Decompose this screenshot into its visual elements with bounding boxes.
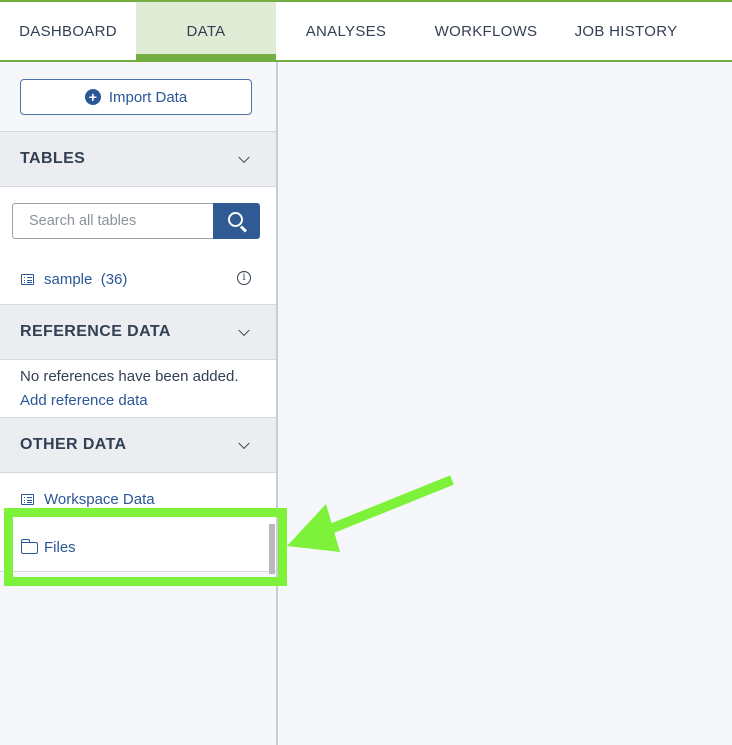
- chevron-down-icon: [238, 151, 250, 164]
- tab-data[interactable]: DATA: [136, 2, 276, 60]
- tab-dashboard[interactable]: DASHBOARD: [0, 2, 136, 60]
- folder-icon: [20, 539, 38, 554]
- search-tables-input[interactable]: [12, 203, 213, 239]
- reference-data-section-title: REFERENCE DATA: [20, 323, 171, 340]
- other-data-section-header[interactable]: OTHER DATA: [0, 417, 276, 473]
- tab-analyses[interactable]: ANALYSES: [276, 2, 416, 60]
- chevron-down-icon: [238, 324, 250, 337]
- import-section: + Import Data: [0, 62, 276, 131]
- table-list-icon: [21, 274, 34, 285]
- reference-data-section-body: No references have been added. Add refer…: [0, 360, 276, 417]
- workspace-data-link[interactable]: Workspace Data: [44, 491, 155, 508]
- table-item-sample[interactable]: sample (36): [44, 271, 127, 288]
- tables-section-title: TABLES: [20, 150, 86, 167]
- table-list-icon: [21, 494, 34, 505]
- data-sidebar: + Import Data TABLES sample (36) i REFER…: [0, 62, 278, 745]
- files-link[interactable]: Files: [44, 539, 76, 556]
- top-nav: DASHBOARD DATA ANALYSES WORKFLOWS JOB HI…: [0, 0, 732, 62]
- scrollbar-thumb[interactable]: [269, 524, 275, 574]
- info-icon[interactable]: i: [237, 271, 251, 285]
- add-reference-data-link[interactable]: Add reference data: [20, 392, 148, 409]
- tab-job-history[interactable]: JOB HISTORY: [556, 2, 696, 60]
- import-data-label: Import Data: [108, 88, 188, 106]
- workspace-data-row[interactable]: Workspace Data: [0, 473, 276, 522]
- import-data-button[interactable]: + Import Data: [20, 79, 252, 115]
- chevron-down-icon: [238, 437, 250, 450]
- tables-section-header[interactable]: TABLES: [0, 131, 276, 187]
- tab-workflows[interactable]: WORKFLOWS: [416, 2, 556, 60]
- search-icon: [228, 212, 243, 227]
- tables-section-body: sample (36) i: [0, 187, 276, 304]
- files-row[interactable]: Files: [0, 522, 276, 572]
- table-name: sample: [44, 271, 93, 288]
- no-references-text: No references have been added.: [20, 368, 239, 385]
- search-button[interactable]: [213, 203, 260, 239]
- table-row-count: (36): [100, 271, 128, 288]
- main-content: [278, 62, 732, 745]
- reference-data-section-header[interactable]: REFERENCE DATA: [0, 304, 276, 360]
- plus-circle-icon: +: [84, 89, 101, 105]
- other-data-section-title: OTHER DATA: [20, 436, 127, 453]
